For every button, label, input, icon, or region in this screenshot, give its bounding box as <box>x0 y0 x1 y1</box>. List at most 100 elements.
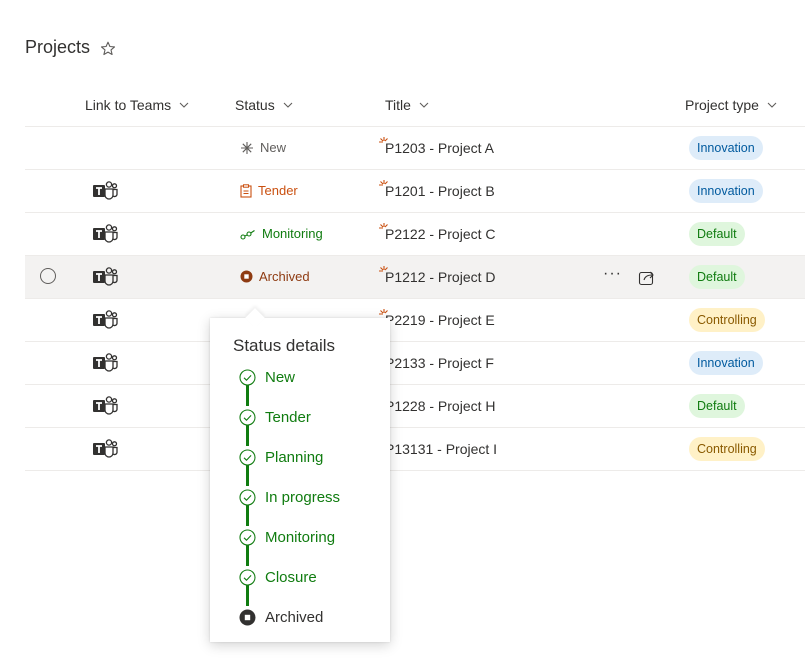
status-step: Tender <box>239 406 311 428</box>
column-header-label: Project type <box>685 97 759 113</box>
title-cell[interactable]: P2122 - Project C <box>379 223 496 242</box>
column-header-label: Status <box>235 97 275 113</box>
table-row[interactable]: Tender P1201 - Project B Innovation <box>25 170 805 213</box>
title-label: P2133 - Project F <box>385 355 494 371</box>
step-connector <box>246 585 249 606</box>
title-label: P1201 - Project B <box>385 183 495 199</box>
title-cell[interactable]: P13131 - Project I <box>379 438 498 457</box>
status-step: Monitoring <box>239 526 335 548</box>
column-header-link-to-teams[interactable]: Link to Teams <box>85 97 189 113</box>
title-label: P13131 - Project I <box>385 441 498 457</box>
step-connector <box>246 545 249 566</box>
check-circle-icon <box>239 448 256 466</box>
title-cell[interactable]: P2219 - Project E <box>379 309 495 328</box>
status-details-callout: Status details New Tender Planning In progr… <box>210 318 390 642</box>
new-item-icon <box>379 220 389 230</box>
check-circle-icon <box>239 488 256 506</box>
monitoring-icon <box>240 229 255 240</box>
column-header-label: Link to Teams <box>85 97 172 113</box>
title-label: P2122 - Project C <box>385 226 496 242</box>
title-label: P2219 - Project E <box>385 312 495 328</box>
status-step-label: Closure <box>265 568 317 586</box>
status-step-label: Planning <box>265 448 324 466</box>
chevron-down-icon <box>419 102 429 108</box>
table-row[interactable]: Archived P1212 - Project D ··· Default <box>25 256 805 299</box>
status-cell[interactable]: New <box>240 140 286 155</box>
status-step: Planning <box>239 446 323 468</box>
project-type-pill: Innovation <box>689 351 763 375</box>
status-step: Archived <box>239 606 323 628</box>
title-label: P1228 - Project H <box>385 398 496 414</box>
table-row[interactable]: Monitoring P2122 - Project C Default <box>25 213 805 256</box>
teams-icon[interactable] <box>92 439 118 459</box>
table-row[interactable]: New P1203 - Project A Innovation <box>25 127 805 170</box>
title-label: P1212 - Project D <box>385 269 496 285</box>
title-cell[interactable]: P1203 - Project A <box>379 137 494 156</box>
chevron-down-icon <box>179 102 189 108</box>
title-cell[interactable]: P1201 - Project B <box>379 180 495 199</box>
status-label: Archived <box>259 269 310 284</box>
table-row[interactable]: P13131 - Project I Controlling <box>25 428 805 471</box>
status-cell[interactable]: Archived <box>240 269 310 284</box>
table-row[interactable]: P2219 - Project E Controlling <box>25 299 805 342</box>
step-connector <box>246 505 249 526</box>
chevron-down-icon <box>283 102 293 108</box>
teams-icon[interactable] <box>92 310 118 330</box>
step-connector <box>246 465 249 486</box>
status-step-label: Monitoring <box>265 528 336 546</box>
star-outline-icon[interactable] <box>100 41 116 57</box>
check-circle-icon <box>239 528 256 546</box>
project-type-pill: Default <box>689 265 745 289</box>
project-type-pill: Controlling <box>689 437 765 461</box>
column-header-project-type[interactable]: Project type <box>685 97 777 113</box>
status-step-label: In progress <box>265 488 341 506</box>
teams-icon[interactable] <box>92 396 118 416</box>
status-step-label: Archived <box>265 608 324 626</box>
title-cell[interactable]: P1212 - Project D <box>379 266 496 285</box>
clipboard-icon <box>240 183 252 198</box>
project-type-pill: Innovation <box>689 136 763 160</box>
check-circle-icon <box>239 408 256 426</box>
new-item-icon <box>379 263 389 273</box>
status-step-label: Tender <box>265 408 311 426</box>
asterisk-icon <box>241 141 253 154</box>
status-details-title: Status details <box>233 336 336 355</box>
title-cell[interactable]: P1228 - Project H <box>379 395 496 414</box>
table-row[interactable]: P1228 - Project H Default <box>25 385 805 428</box>
status-label: Monitoring <box>262 226 323 241</box>
check-circle-icon <box>239 568 256 586</box>
teams-icon[interactable] <box>92 353 118 373</box>
list-header: Link to Teams Status Title Project type <box>25 85 805 127</box>
row-select-checkbox[interactable] <box>40 268 56 284</box>
step-connector <box>246 425 249 446</box>
column-header-label: Title <box>385 97 411 113</box>
column-header-status[interactable]: Status <box>235 97 293 113</box>
project-type-pill: Innovation <box>689 179 763 203</box>
chevron-down-icon <box>767 102 777 108</box>
teams-icon[interactable] <box>92 267 118 287</box>
stop-circle-icon <box>240 270 253 283</box>
stop-circle-icon <box>239 609 256 625</box>
column-header-title[interactable]: Title <box>385 97 429 113</box>
table-row[interactable]: P2133 - Project F Innovation <box>25 342 805 385</box>
check-circle-icon <box>239 368 256 386</box>
status-step-label: New <box>265 368 296 386</box>
share-icon[interactable] <box>638 268 656 286</box>
project-type-pill: Default <box>689 222 745 246</box>
status-label: Tender <box>258 183 298 198</box>
project-type-pill: Controlling <box>689 308 765 332</box>
status-step: In progress <box>239 486 340 508</box>
status-step: New <box>239 366 295 388</box>
new-item-icon <box>379 177 389 187</box>
step-connector <box>246 385 249 406</box>
teams-icon[interactable] <box>92 181 118 201</box>
status-cell[interactable]: Monitoring <box>240 226 323 241</box>
title-cell[interactable]: P2133 - Project F <box>379 352 494 371</box>
more-horizontal-icon[interactable]: ··· <box>603 265 622 283</box>
teams-icon[interactable] <box>92 224 118 244</box>
project-type-pill: Default <box>689 394 745 418</box>
title-label: P1203 - Project A <box>385 140 494 156</box>
status-cell[interactable]: Tender <box>240 183 298 198</box>
new-item-icon <box>379 306 389 316</box>
new-item-icon <box>379 134 389 144</box>
